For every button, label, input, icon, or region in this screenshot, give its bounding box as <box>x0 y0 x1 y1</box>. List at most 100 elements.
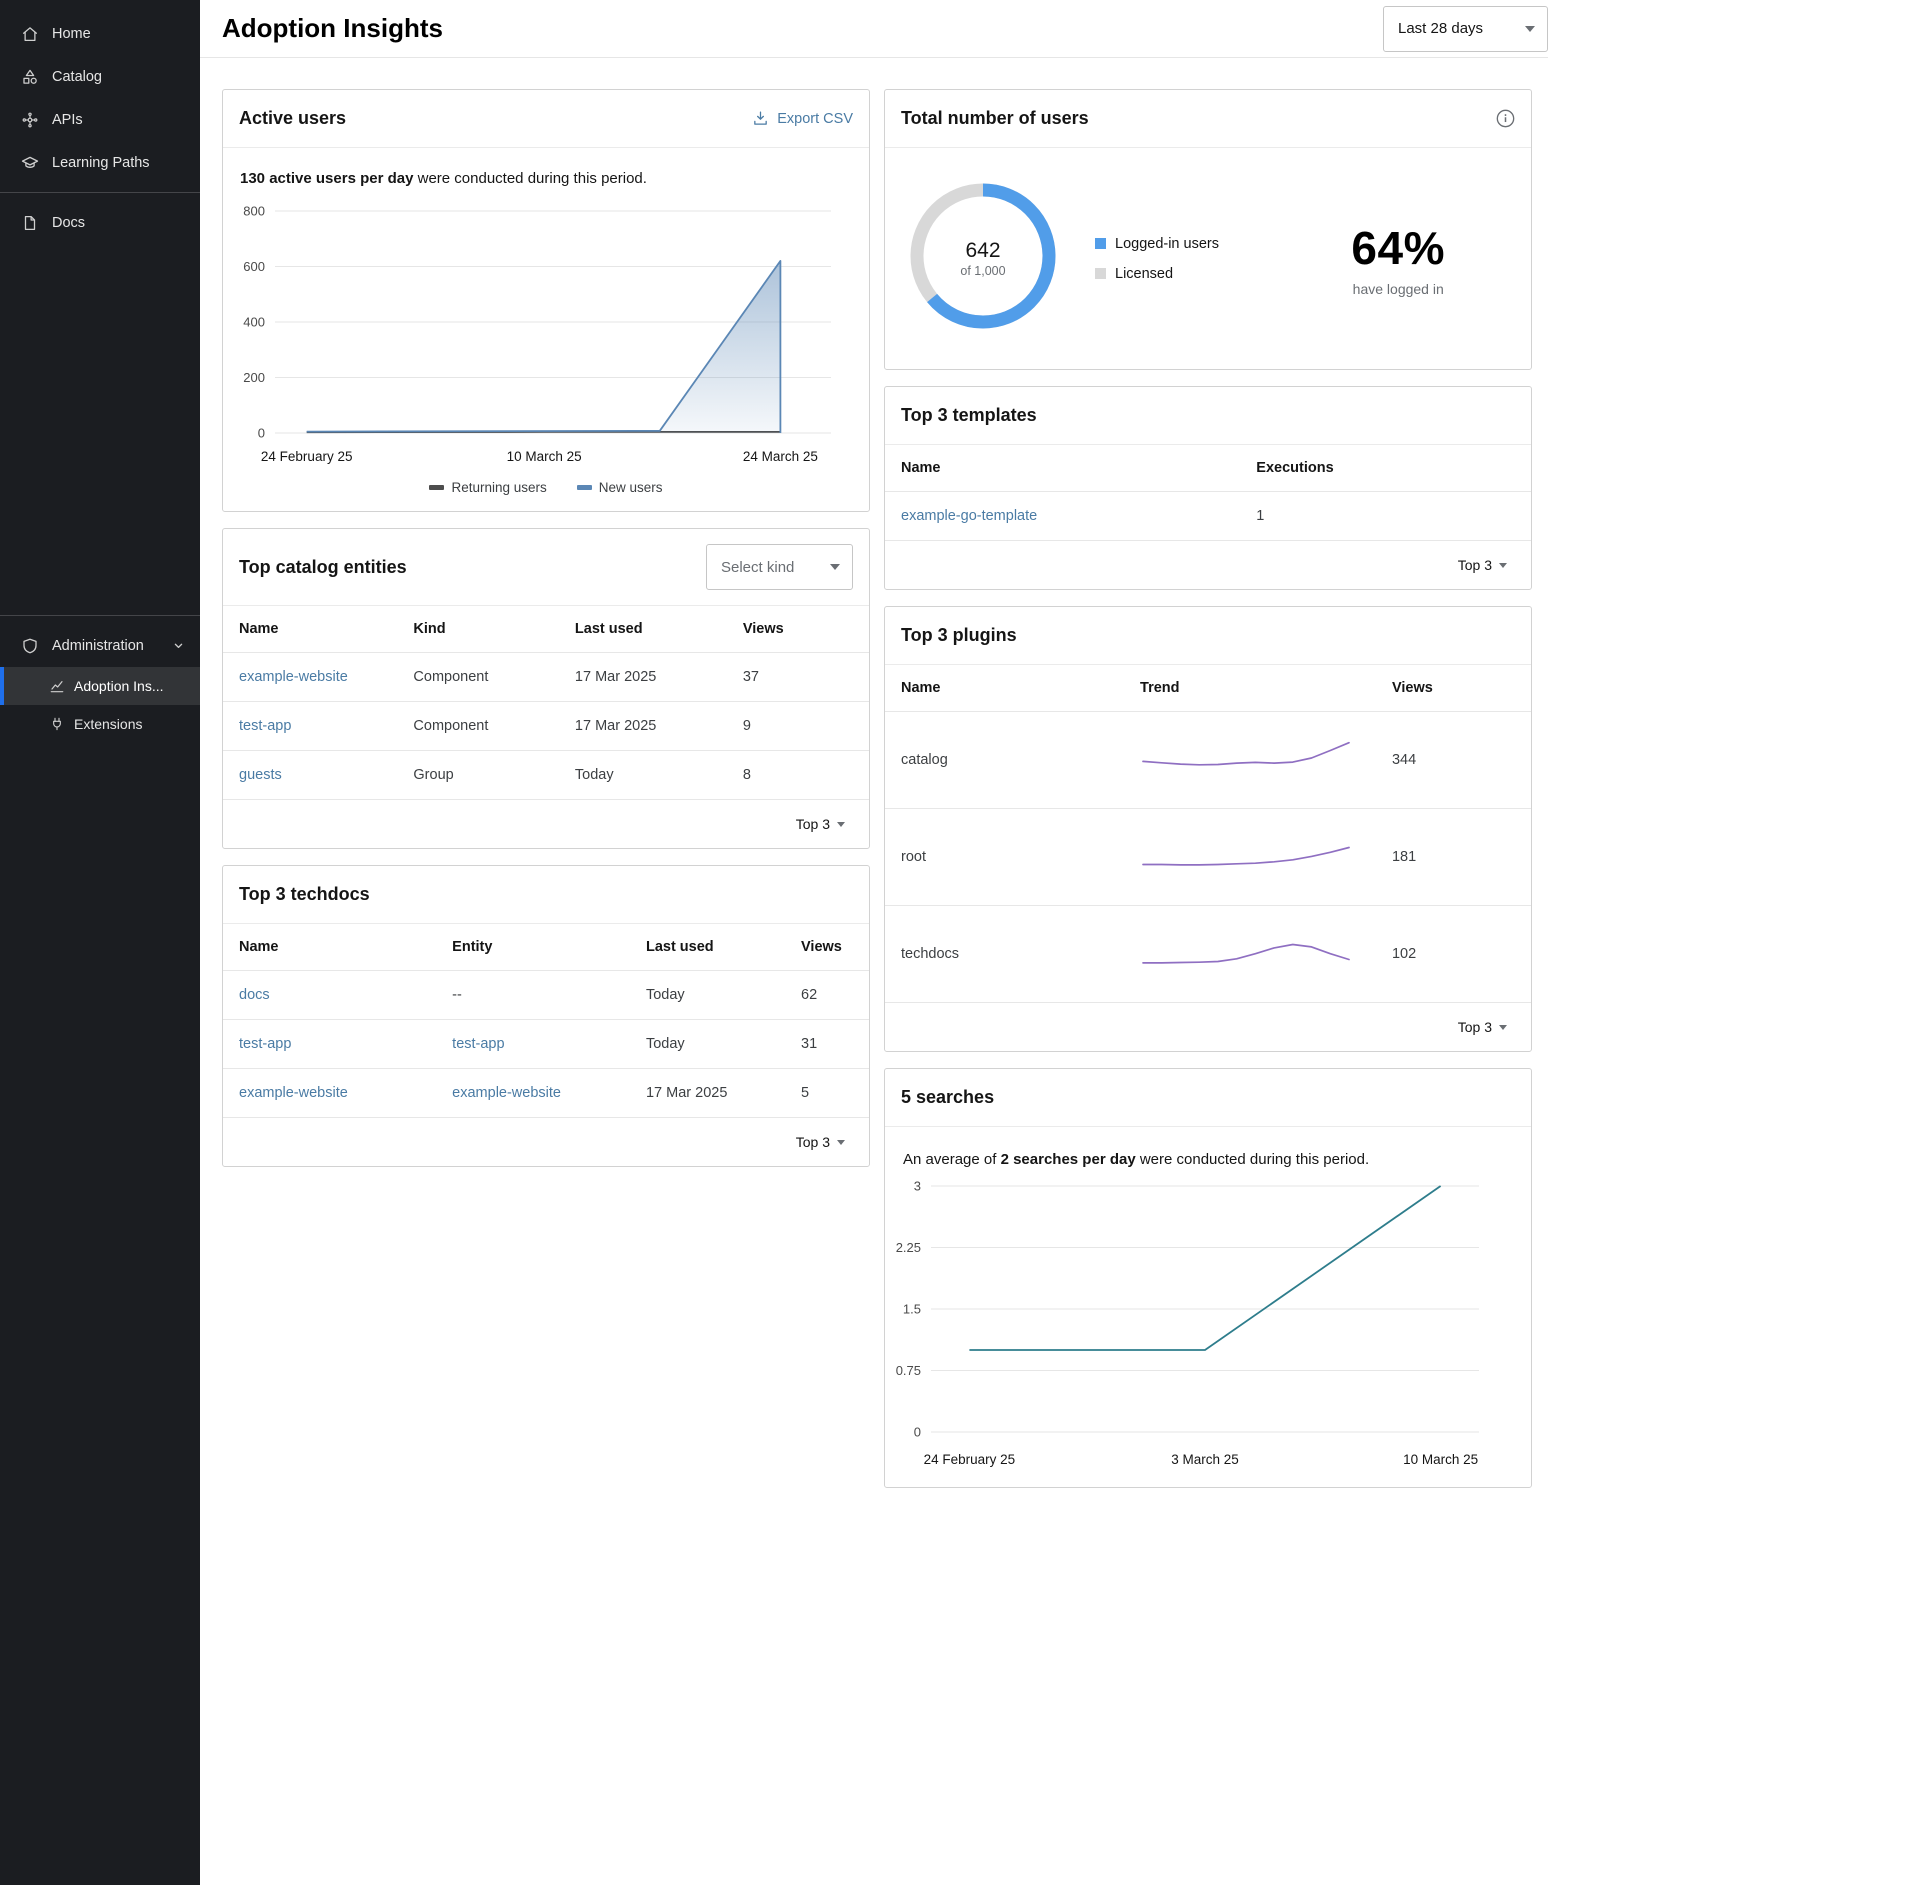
shield-icon <box>21 637 39 655</box>
top-plugins-header: Top 3 plugins <box>885 607 1531 665</box>
sidebar-item-learning-paths[interactable]: Learning Paths <box>0 141 200 184</box>
sidebar-item-label: Docs <box>52 215 85 231</box>
entity-link[interactable]: example-website <box>239 669 348 685</box>
searches-summary: An average of 2 searches per day were co… <box>903 1151 1531 1168</box>
top-plugins-footer: Top 3 <box>885 1002 1531 1051</box>
svg-text:0: 0 <box>258 426 265 441</box>
template-link[interactable]: example-go-template <box>901 508 1037 524</box>
col-name: Name <box>885 665 1124 712</box>
table-row: example-website example-website 17 Mar 2… <box>223 1069 869 1118</box>
svg-text:400: 400 <box>243 315 265 330</box>
top-catalog-entities-card: Top catalog entities Select kind Name Ki… <box>222 528 870 849</box>
active-users-header: Active users Export CSV <box>223 90 869 148</box>
sidebar-item-docs[interactable]: Docs <box>0 201 200 244</box>
sidebar-item-label: Administration <box>52 638 144 654</box>
extensions-icon <box>48 715 66 733</box>
table-row: docs -- Today 62 <box>223 971 869 1020</box>
total-users-card: Total number of users 642of 1,000 Logged… <box>884 89 1532 370</box>
entity-link[interactable]: test-app <box>239 718 291 734</box>
svg-text:200: 200 <box>243 370 265 385</box>
sidebar-bottom-group: Administration Adoption Ins... Extension… <box>0 607 200 743</box>
active-users-card: Active users Export CSV 130 active users… <box>222 89 870 512</box>
users-legend: Logged-in users Licensed <box>1095 236 1219 282</box>
card-title: Top catalog entities <box>239 557 407 578</box>
top-n-select[interactable]: Top 3 <box>1458 1019 1507 1035</box>
right-column: Total number of users 642of 1,000 Logged… <box>884 89 1532 1488</box>
apis-icon <box>21 111 39 129</box>
table-row: root 181 <box>885 809 1531 906</box>
chevron-down-icon <box>837 1140 845 1145</box>
table-row: example-go-template 1 <box>885 492 1531 541</box>
col-views: Views <box>785 924 869 971</box>
sidebar-item-extensions[interactable]: Extensions <box>0 705 200 743</box>
legend-item: New users <box>577 480 663 495</box>
date-range-select[interactable]: Last 28 days <box>1383 6 1548 52</box>
download-icon <box>752 110 769 127</box>
top-catalog-table: Name Kind Last used Views example-websit… <box>223 606 869 799</box>
top-techdocs-table: Name Entity Last used Views docs -- Toda… <box>223 924 869 1117</box>
sidebar-item-label: Extensions <box>74 716 142 732</box>
top-n-select[interactable]: Top 3 <box>1458 557 1507 573</box>
col-last-used: Last used <box>630 924 785 971</box>
info-icon[interactable] <box>1496 109 1515 128</box>
sidebar-item-catalog[interactable]: Catalog <box>0 55 200 98</box>
chevron-down-icon <box>830 564 840 570</box>
legend-label: New users <box>599 480 663 495</box>
new-users-swatch <box>577 485 592 490</box>
logged-in-swatch <box>1095 238 1106 249</box>
entity-link[interactable]: test-app <box>452 1036 504 1052</box>
top-n-select[interactable]: Top 3 <box>796 816 845 832</box>
chevron-down-icon <box>1499 1025 1507 1030</box>
dashboard-content: Active users Export CSV 130 active users… <box>200 58 1548 1548</box>
date-range-value: Last 28 days <box>1398 20 1483 37</box>
top-templates-footer: Top 3 <box>885 540 1531 589</box>
select-kind-value: Select kind <box>721 559 794 576</box>
card-title: 5 searches <box>901 1087 994 1108</box>
table-row: catalog 344 <box>885 712 1531 809</box>
col-views: Views <box>727 606 869 653</box>
sidebar-item-home[interactable]: Home <box>0 12 200 55</box>
sidebar-item-apis[interactable]: APIs <box>0 98 200 141</box>
left-column: Active users Export CSV 130 active users… <box>222 89 870 1488</box>
sidebar-nav: Home Catalog APIs Learning Paths <box>0 0 200 244</box>
trend-sparkline <box>1140 863 1352 879</box>
svg-text:24 February 25: 24 February 25 <box>261 449 353 464</box>
home-icon <box>21 25 39 43</box>
trend-sparkline <box>1140 766 1352 782</box>
top-templates-table: Name Executions example-go-template 1 <box>885 445 1531 540</box>
svg-text:0: 0 <box>914 1425 921 1440</box>
card-title: Top 3 templates <box>901 405 1037 426</box>
sidebar-item-administration[interactable]: Administration <box>0 624 200 667</box>
legend-item: Logged-in users <box>1095 236 1219 252</box>
sidebar-divider <box>0 615 200 616</box>
svg-text:2.25: 2.25 <box>896 1240 921 1255</box>
card-title: Active users <box>239 108 346 129</box>
entity-link[interactable]: guests <box>239 767 282 783</box>
entity-link[interactable]: example-website <box>452 1085 561 1101</box>
table-row: example-website Component 17 Mar 2025 37 <box>223 653 869 702</box>
chevron-down-icon <box>1499 563 1507 568</box>
legend-label: Logged-in users <box>1115 236 1219 252</box>
total-users-body: 642of 1,000 Logged-in users Licensed <box>885 148 1531 369</box>
select-kind-dropdown[interactable]: Select kind <box>706 544 853 590</box>
top-plugins-card: Top 3 plugins Name Trend Views catalog <box>884 606 1532 1052</box>
licensed-swatch <box>1095 268 1106 279</box>
chevron-down-icon <box>837 822 845 827</box>
export-csv-button[interactable]: Export CSV <box>752 110 853 127</box>
table-header-row: Name Kind Last used Views <box>223 606 869 653</box>
top-n-select[interactable]: Top 3 <box>796 1134 845 1150</box>
sidebar-item-adoption-insights[interactable]: Adoption Ins... <box>0 667 200 705</box>
sidebar-divider <box>0 192 200 193</box>
svg-text:1.5: 1.5 <box>903 1302 921 1317</box>
table-header-row: Name Trend Views <box>885 665 1531 712</box>
table-row: guests Group Today 8 <box>223 751 869 800</box>
techdoc-link[interactable]: example-website <box>239 1085 348 1101</box>
top-templates-card: Top 3 templates Name Executions example-… <box>884 386 1532 590</box>
chevron-down-icon <box>1525 26 1535 32</box>
techdoc-link[interactable]: test-app <box>239 1036 291 1052</box>
top-templates-header: Top 3 templates <box>885 387 1531 445</box>
page-header: Adoption Insights Last 28 days <box>200 0 1548 58</box>
users-donut-chart: 642of 1,000 <box>909 182 1057 335</box>
svg-text:10 March 25: 10 March 25 <box>1403 1452 1478 1467</box>
techdoc-link[interactable]: docs <box>239 987 270 1003</box>
